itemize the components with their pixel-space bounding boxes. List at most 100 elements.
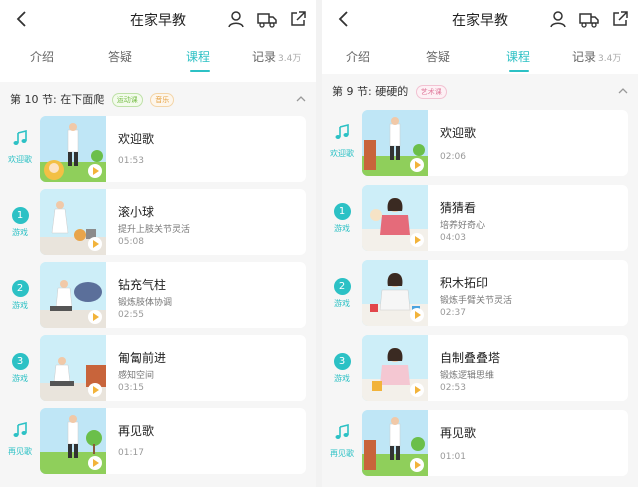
video-thumbnail[interactable] [40,335,106,401]
video-thumbnail[interactable] [40,408,106,474]
item-number-badge: 2 [11,280,29,297]
video-thumbnail[interactable] [362,260,428,326]
tab-records[interactable]: 记录 3.4万 [252,48,301,65]
music-note-icon [335,124,349,139]
lesson-item-title: 滚小球 [118,205,155,219]
lesson-card[interactable]: 再见歌 01:01 [362,410,628,476]
tab-bar: 介绍 答疑 课程 记录 3.4万 [322,38,638,72]
play-icon[interactable] [410,458,424,472]
lesson-tag: 艺术课 [415,85,447,99]
item-type-label: 游戏 [334,299,350,308]
user-icon[interactable] [226,9,246,29]
share-icon[interactable] [610,9,630,29]
lesson-item-title: 再见歌 [118,424,155,438]
lesson-card[interactable]: 猜猜看 培养好奇心 04:03 [362,185,628,251]
video-thumbnail[interactable] [362,410,428,476]
item-marker: 1 游戏 [0,203,40,238]
lesson-item[interactable]: 欢迎歌 欢迎歌 01:53 [0,116,316,182]
play-icon[interactable] [410,308,424,322]
lesson-item[interactable]: 2 游戏 钻充气柱 锻炼肢体协调 02:55 [0,262,316,328]
lesson-item[interactable]: 3 游戏 自制叠叠塔 锻炼逻辑思维 02:53 [322,335,638,401]
item-type-label: 游戏 [12,374,28,383]
music-note-icon [13,422,27,437]
lesson-card[interactable]: 自制叠叠塔 锻炼逻辑思维 02:53 [362,335,628,401]
truck-icon[interactable] [256,9,278,29]
lesson-item-title: 猜猜看 [440,201,477,215]
play-icon[interactable] [410,383,424,397]
lesson-card[interactable]: 积木拓印 锻炼手臂关节灵活 02:37 [362,260,628,326]
share-icon[interactable] [288,9,308,29]
lesson-header[interactable]: 第 9 节: 硬硬的 艺术课 [322,74,638,108]
active-tab-indicator [190,70,210,72]
lesson-item-title: 欢迎歌 [440,126,477,140]
music-note-icon [13,130,27,145]
lesson-item-duration: 04:03 [440,233,466,243]
video-thumbnail[interactable] [40,262,106,328]
lesson-item-description: 锻炼逻辑思维 [440,371,495,381]
lesson-list: 欢迎歌 欢迎歌 01:53 1 游戏 滚小球 提升上肢关节灵活 05:08 2 游戏 [0,116,316,487]
tab-course[interactable]: 课程 [506,48,530,65]
play-icon[interactable] [410,233,424,247]
lesson-item[interactable]: 1 游戏 猜猜看 培养好奇心 04:03 [322,185,638,251]
lesson-card[interactable]: 钻充气柱 锻炼肢体协调 02:55 [40,262,306,328]
tab-qa[interactable]: 答疑 [426,48,450,65]
user-icon[interactable] [548,9,568,29]
lesson-item-duration: 02:37 [440,308,466,318]
lesson-item-description: 培养好奇心 [440,221,486,231]
item-marker: 2 游戏 [322,274,362,309]
lesson-item-duration: 01:53 [118,156,144,166]
lesson-card[interactable]: 欢迎歌 02:06 [362,110,628,176]
lesson-item[interactable]: 再见歌 再见歌 01:17 [0,408,316,474]
lesson-item[interactable]: 1 游戏 滚小球 提升上肢关节灵活 05:08 [0,189,316,255]
lesson-item[interactable]: 2 游戏 积木拓印 锻炼手臂关节灵活 02:37 [322,260,638,326]
top-bar: 在家早教 [0,0,316,38]
video-thumbnail[interactable] [362,110,428,176]
top-bar: 在家早教 [322,0,638,38]
play-icon[interactable] [410,158,424,172]
item-number-badge: 3 [333,353,351,370]
lesson-item-title: 积木拓印 [440,276,489,290]
video-thumbnail[interactable] [40,189,106,255]
tab-intro[interactable]: 介绍 [346,48,370,65]
play-icon[interactable] [88,456,102,470]
music-note-icon [335,424,349,439]
lesson-item-duration: 02:53 [440,383,466,393]
collapse-chevron-icon[interactable] [618,86,628,94]
lesson-header[interactable]: 第 10 节: 在下面爬 运动课 音乐 [0,82,316,116]
item-marker: 欢迎歌 [322,124,362,159]
lesson-card[interactable]: 滚小球 提升上肢关节灵活 05:08 [40,189,306,255]
lesson-card[interactable]: 匍匐前进 感知空间 03:15 [40,335,306,401]
lesson-tag: 音乐 [150,93,175,107]
lesson-item[interactable]: 3 游戏 匍匐前进 感知空间 03:15 [0,335,316,401]
lesson-list: 欢迎歌 欢迎歌 02:06 1 游戏 猜猜看 培养好奇心 04:03 2 游戏 [322,108,638,487]
play-icon[interactable] [88,237,102,251]
tab-qa[interactable]: 答疑 [108,48,132,65]
lesson-item[interactable]: 再见歌 再见歌 01:01 [322,410,638,476]
lesson-card[interactable]: 再见歌 01:17 [40,408,306,474]
item-type-label: 游戏 [12,228,28,237]
play-icon[interactable] [88,164,102,178]
item-marker: 2 游戏 [0,276,40,311]
lesson-item[interactable]: 欢迎歌 欢迎歌 02:06 [322,110,638,176]
lesson-title: 第 9 节: 硬硬的 [332,85,409,98]
tab-intro[interactable]: 介绍 [30,48,54,65]
tab-course[interactable]: 课程 [186,48,210,65]
video-thumbnail[interactable] [362,335,428,401]
lesson-card[interactable]: 欢迎歌 01:53 [40,116,306,182]
truck-icon[interactable] [578,9,600,29]
video-thumbnail[interactable] [362,185,428,251]
tab-records-count: 3.4万 [598,54,622,64]
tab-bar: 介绍 答疑 课程 记录 3.4万 [0,38,316,72]
play-icon[interactable] [88,310,102,324]
collapse-chevron-icon[interactable] [296,94,306,102]
item-marker: 3 游戏 [322,349,362,384]
lesson-tag: 运动课 [111,93,143,107]
lesson-item-title: 欢迎歌 [118,132,155,146]
tab-records[interactable]: 记录 3.4万 [572,48,621,65]
lesson-item-description: 感知空间 [118,371,155,381]
play-icon[interactable] [88,383,102,397]
item-marker: 再见歌 [0,422,40,457]
lesson-title: 第 10 节: 在下面爬 [10,93,105,106]
lesson-item-duration: 02:55 [118,310,144,320]
video-thumbnail[interactable] [40,116,106,182]
